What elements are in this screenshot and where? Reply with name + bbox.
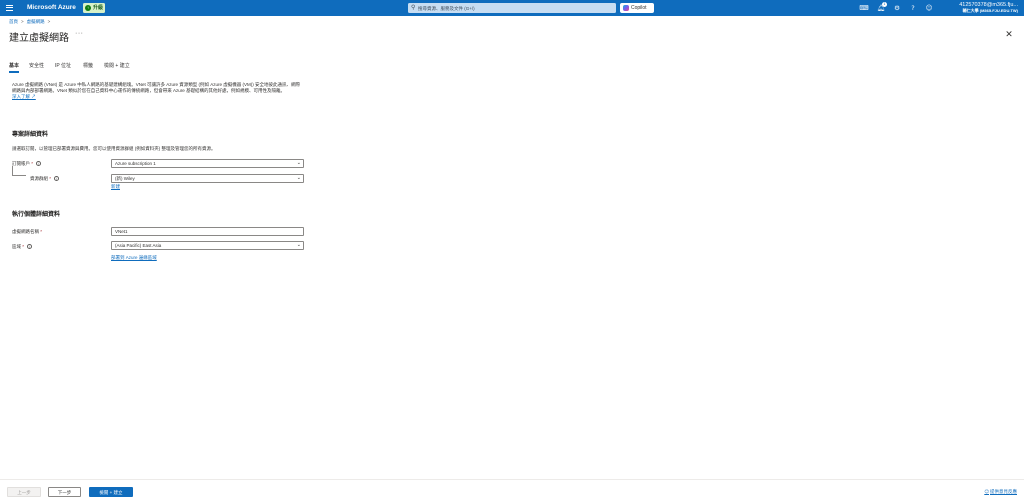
tab-review-create[interactable]: 檢閱 + 建立 — [104, 62, 130, 70]
tab-tags[interactable]: 標籤 — [83, 62, 93, 70]
previous-button[interactable]: 上一步 — [7, 487, 41, 497]
deploy-edge-zone-link[interactable]: 部署到 Azure 邊緣區域 — [111, 255, 157, 261]
notifications-icon[interactable]: 🔔︎ 1 — [876, 2, 887, 13]
info-icon: i — [36, 161, 42, 167]
global-search[interactable]: ⚲ — [408, 3, 616, 13]
info-icon: i — [27, 244, 33, 250]
more-options-icon[interactable]: ··· — [75, 30, 84, 37]
copilot-label: Copilot — [631, 5, 647, 11]
resource-group-value: (新) Wiley — [115, 176, 135, 181]
vnet-name-label: 虛擬網路名稱 * — [12, 229, 43, 234]
project-details-description: 請選取訂閱，以管理已部署資源與費用。您可以使用資源群組 (例如資料夾) 整理及管… — [12, 146, 216, 151]
upgrade-button[interactable]: ↑ 升級 — [83, 3, 105, 13]
settings-gear-icon[interactable]: ⚙ — [892, 3, 902, 13]
give-feedback-link[interactable]: ☺提供意見反應 — [984, 489, 1017, 495]
notification-badge: 1 — [882, 2, 887, 7]
learn-more-link[interactable]: 深入了解 ↗ — [12, 94, 36, 99]
resource-group-select[interactable]: (新) Wiley ⌄ — [111, 174, 304, 183]
search-input[interactable] — [418, 4, 608, 12]
instance-details-title: 執行個體詳細資料 — [12, 211, 61, 218]
upgrade-icon: ↑ — [85, 5, 91, 11]
search-icon: ⚲ — [411, 5, 416, 11]
chevron-down-icon: ⌄ — [296, 242, 301, 248]
chevron-down-icon: ⌄ — [296, 160, 301, 166]
subscription-value: Azure subscription 1 — [115, 161, 156, 166]
footer-divider — [0, 479, 1024, 480]
upgrade-label: 升級 — [93, 5, 104, 11]
tab-ip-addresses[interactable]: IP 位址 — [55, 62, 71, 70]
region-value: (Asia Pacific) East Asia — [115, 243, 162, 248]
tab-basics[interactable]: 基本 — [9, 62, 20, 73]
chevron-down-icon: ⌄ — [296, 175, 301, 181]
region-select[interactable]: (Asia Pacific) East Asia ⌄ — [111, 241, 304, 250]
feedback-icon[interactable]: ☺ — [924, 3, 934, 13]
subscription-select[interactable]: Azure subscription 1 ⌄ — [111, 159, 304, 168]
region-label: 區域 * i — [12, 244, 33, 250]
info-icon: i — [54, 176, 60, 182]
breadcrumb-separator: > — [47, 19, 51, 24]
vnet-name-input[interactable]: VNet1 — [111, 227, 304, 236]
help-icon[interactable]: ? — [908, 3, 918, 13]
cloud-shell-icon[interactable]: ⌨ — [859, 3, 869, 13]
copilot-icon — [623, 5, 629, 11]
account-menu[interactable]: 412570378@m365.fju... 輔仁大學 (M365.FJU.EDU… — [959, 2, 1018, 14]
top-bar: Microsoft Azure ↑ 升級 ⚲ Copilot ⌨ 🔔︎1 ⚙ ?… — [0, 0, 1024, 16]
vnet-name-value: VNet1 — [115, 229, 128, 234]
review-create-button[interactable]: 檢閱 + 建立 — [89, 487, 133, 497]
resource-group-label: 資源群組 * i — [30, 176, 60, 182]
breadcrumb-virtual-networks[interactable]: 虛擬網路 — [27, 19, 45, 24]
hierarchy-connector — [12, 166, 26, 176]
intro-description: Azure 虛擬網路 (VNet) 是 Azure 中私人網路的基礎建構組塊。V… — [12, 82, 302, 101]
tab-security[interactable]: 安全性 — [29, 62, 44, 70]
breadcrumb: 首頁 > 虛擬網路 > — [9, 19, 53, 25]
close-icon[interactable]: ✕ — [1003, 29, 1015, 41]
breadcrumb-home[interactable]: 首頁 — [9, 19, 18, 24]
page-title: 建立虛擬網路 — [9, 33, 69, 44]
hamburger-menu-icon[interactable] — [5, 3, 15, 13]
next-button[interactable]: 下一步 — [48, 487, 81, 497]
intro-text: Azure 虛擬網路 (VNet) 是 Azure 中私人網路的基礎建構組塊。V… — [12, 82, 301, 94]
feedback-icon: ☺ — [984, 490, 989, 495]
copilot-button[interactable]: Copilot — [620, 3, 654, 13]
account-org: 輔仁大學 (M365.FJU.EDU.TW) — [962, 8, 1018, 13]
breadcrumb-separator: > — [21, 19, 24, 24]
project-details-title: 專案詳細資料 — [12, 131, 49, 138]
create-new-resource-group-link[interactable]: 新建 — [111, 184, 120, 190]
portal-brand[interactable]: Microsoft Azure — [27, 3, 76, 13]
